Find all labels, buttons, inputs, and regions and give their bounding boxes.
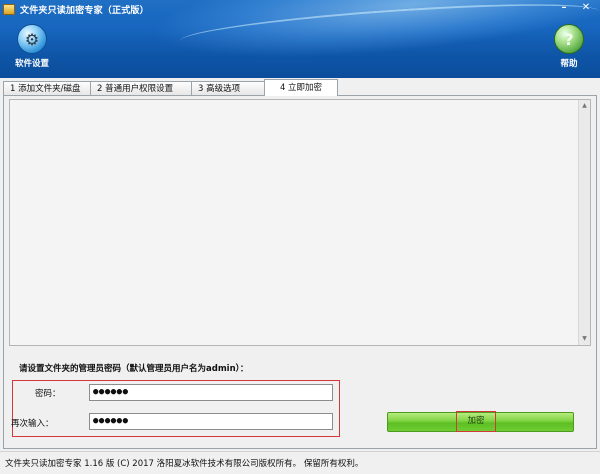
log-area: ▲ ▼ xyxy=(9,99,591,346)
encrypt-panel: ▲ ▼ 请设置文件夹的管理员密码（默认管理员用户名为admin）： 密码： ●●… xyxy=(3,95,597,449)
close-button[interactable]: ✕ xyxy=(576,1,596,15)
confirm-password-label: 再次输入： xyxy=(11,419,54,429)
status-bar: 文件夹只读加密专家 1.16 版 (C) 2017 洛阳夏冰软件技术有限公司版权… xyxy=(0,451,600,474)
tab-add-folder[interactable]: 1 添加文件夹/磁盘 xyxy=(3,81,91,96)
tab-encrypt-now[interactable]: 4 立即加密 xyxy=(264,79,338,96)
confirm-password-field[interactable]: ●●●●●● xyxy=(89,413,333,430)
password-instruction: 请设置文件夹的管理员密码（默认管理员用户名为admin）： xyxy=(19,364,249,374)
gear-icon: ⚙ xyxy=(17,24,47,54)
minimize-button[interactable]: – xyxy=(554,1,574,15)
software-settings-label: 软件设置 xyxy=(14,59,49,69)
tab-strip: 1 添加文件夹/磁盘 2 普通用户权限设置 3 高级选项 4 立即加密 xyxy=(3,79,338,96)
question-icon: ? xyxy=(554,24,584,54)
folder-app-icon xyxy=(3,3,15,15)
password-field[interactable]: ●●●●●● xyxy=(89,384,333,401)
encrypt-button-label: 加密 xyxy=(456,411,496,432)
vertical-scrollbar[interactable]: ▲ ▼ xyxy=(578,100,590,345)
tab-user-permissions[interactable]: 2 普通用户权限设置 xyxy=(90,81,192,96)
tab-advanced-options[interactable]: 3 高级选项 xyxy=(191,81,265,96)
window-controls: – ✕ xyxy=(554,1,596,15)
password-label: 密码： xyxy=(35,389,61,399)
copyright-text: 文件夹只读加密专家 1.16 版 (C) 2017 洛阳夏冰软件技术有限公司版权… xyxy=(5,459,364,469)
app-header: 文件夹只读加密专家（正式版） – ✕ ⚙ 软件设置 ? 帮助 xyxy=(0,0,600,78)
help-button[interactable]: ? 帮助 xyxy=(549,24,589,69)
window-title: 文件夹只读加密专家（正式版） xyxy=(20,5,149,16)
scroll-down-arrow-icon[interactable]: ▼ xyxy=(579,333,590,345)
software-settings-button[interactable]: ⚙ 软件设置 xyxy=(12,24,52,69)
help-label: 帮助 xyxy=(560,59,578,69)
title-bar: 文件夹只读加密专家（正式版） xyxy=(0,0,600,18)
scroll-up-arrow-icon[interactable]: ▲ xyxy=(579,100,590,112)
encrypt-button[interactable]: 加密 xyxy=(387,411,574,432)
